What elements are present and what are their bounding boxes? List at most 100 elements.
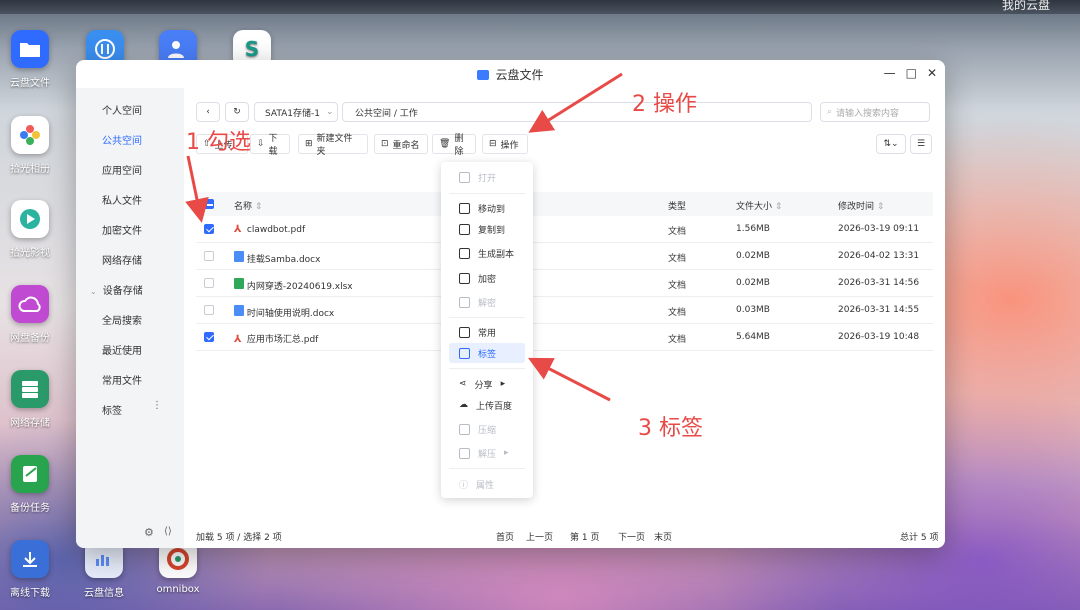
desktop-icon-backup-task[interactable]: 备份任务 <box>0 455 60 514</box>
column-type[interactable]: 类型 <box>668 199 686 212</box>
sidebar-item-device[interactable]: ⌄ 设备存储 <box>90 282 143 297</box>
file-name: 内网穿透-20240619.xlsx <box>246 282 353 292</box>
menu-divider <box>449 193 525 194</box>
menu-item-label: 常用 <box>478 328 497 339</box>
sort-arrows-icon: ⇕ <box>876 202 885 212</box>
sidebar-item-network[interactable]: 网络存储 <box>102 252 142 267</box>
sidebar-item-app[interactable]: 应用空间 <box>102 162 142 177</box>
sidebar-item-frequent[interactable]: 常用文件 <box>102 372 142 387</box>
docx-icon <box>234 305 244 316</box>
path-breadcrumb[interactable]: 公共空间 / 工作 <box>342 102 812 122</box>
delete-button[interactable]: 🗑 删除 <box>432 134 476 157</box>
xlsx-icon <box>234 278 244 289</box>
row-checkbox[interactable] <box>204 332 214 342</box>
close-button[interactable]: ✕ <box>927 66 937 80</box>
sidebar-item-global-search[interactable]: 全局搜索 <box>102 312 142 327</box>
menu-item-move[interactable]: 移动到 <box>449 198 525 218</box>
sidebar-item-personal[interactable]: 个人空间 <box>102 102 142 117</box>
sidebar-item-public[interactable]: 公共空间 <box>102 132 142 147</box>
menu-item-copy[interactable]: 复制到 <box>449 219 525 239</box>
main-panel: ‹ ↻ SATA1存储-1 ⌄ 公共空间 / 工作 ⌕ 请输入搜索内容 ⇧ 上传 … <box>184 88 945 548</box>
menu-item-tag[interactable]: 标签 <box>449 343 525 363</box>
desktop-icon-omnibox[interactable]: omnibox <box>148 540 208 595</box>
desktop-icon-offline-download[interactable]: 离线下载 <box>0 540 60 599</box>
sidebar-item-private[interactable]: 私人文件 <box>102 192 142 207</box>
row-checkbox[interactable] <box>204 278 214 288</box>
rename-button[interactable]: ⊡ 重命名 <box>374 134 428 154</box>
tag-icon <box>459 347 470 359</box>
maximize-button[interactable]: □ <box>906 66 917 80</box>
row-checkbox[interactable] <box>204 224 214 234</box>
first-page-link[interactable]: 首页 <box>496 530 514 543</box>
column-modified[interactable]: 修改时间 ⇕ <box>838 199 884 212</box>
extract-icon <box>459 447 470 459</box>
refresh-button[interactable]: ↻ <box>225 102 249 122</box>
desktop-icon-label: 网盘备份 <box>10 333 50 344</box>
prev-page-link[interactable]: 上一页 <box>526 530 553 543</box>
menu-item-decrypt[interactable]: 解密 <box>449 292 525 312</box>
desktop-icon-network-storage[interactable]: 网络存储 <box>0 370 60 429</box>
file-type: 文档 <box>668 254 687 264</box>
file-name: 应用市场汇总.pdf <box>246 335 319 345</box>
status-footer: 加载 5 项 / 选择 2 项 首页 上一页 第 1 页 下一页 末页 总计 5… <box>184 524 945 548</box>
last-page-link[interactable]: 末页 <box>654 530 672 543</box>
download-button[interactable]: ⇩ 下载 <box>250 134 290 157</box>
desktop-icon-video[interactable]: 拾光影视 <box>0 200 60 259</box>
file-name-cell: ⅄ 应用市场汇总.pdf <box>234 332 318 345</box>
menu-item-favorite[interactable]: 常用 <box>449 322 525 342</box>
selection-status: 加载 5 项 / 选择 2 项 <box>196 533 282 543</box>
column-size[interactable]: 文件大小 ⇕ <box>736 199 782 212</box>
storage-select[interactable]: SATA1存储-1 ⌄ <box>254 102 338 122</box>
desktop-icon-cloud-files[interactable]: 云盘文件 <box>0 30 60 89</box>
sidebar-item-encrypted[interactable]: 加密文件 <box>102 222 142 237</box>
row-checkbox[interactable] <box>204 251 214 261</box>
gear-icon[interactable]: ⚙ <box>144 526 154 539</box>
table-row[interactable]: 内网穿透-20240619.xlsx 文档 0.02MB 2026-03-31 … <box>196 270 933 297</box>
file-type: 文档 <box>668 227 687 237</box>
file-icon <box>459 171 470 183</box>
sidebar-item-recent[interactable]: 最近使用 <box>102 342 142 357</box>
operate-button[interactable]: ⊟ 操作 <box>482 134 528 154</box>
menu-item-upload-baidu[interactable]: ☁ 上传百度 <box>449 395 525 415</box>
menu-item-duplicate[interactable]: 生成副本 <box>449 243 525 263</box>
menu-item-properties[interactable]: ⓘ 属性 <box>449 474 525 494</box>
table-header: 名称 ⇕ 类型 文件大小 ⇕ 修改时间 ⇕ <box>196 192 933 216</box>
more-vertical-icon[interactable]: ⋮ <box>152 400 162 411</box>
row-checkbox[interactable] <box>204 305 214 315</box>
archive-icon <box>459 423 470 435</box>
file-name: clawdbot.pdf <box>246 225 306 235</box>
column-name[interactable]: 名称 ⇕ <box>234 199 262 212</box>
file-name-cell: ⅄ clawdbot.pdf <box>234 224 305 235</box>
desktop-icon-photos[interactable]: 拾光相册 <box>0 116 60 175</box>
window-title: 云盘文件 <box>76 66 945 83</box>
new-folder-button[interactable]: ⊞ 新建文件夹 <box>298 134 368 157</box>
desktop-icon-cloud-info[interactable]: 云盘信息 <box>74 540 134 599</box>
menu-item-compress[interactable]: 压缩 <box>449 419 525 439</box>
menu-item-extract[interactable]: 解压 ▸ <box>449 443 525 463</box>
back-button[interactable]: ‹ <box>196 102 220 122</box>
view-toggle-button[interactable]: ☰ <box>910 134 932 154</box>
file-type: 文档 <box>668 281 687 291</box>
desktop-icon-backup[interactable]: 网盘备份 <box>0 285 60 344</box>
table-row[interactable]: ⅄ clawdbot.pdf 文档 1.56MB 2026-03-19 09:1… <box>196 216 933 243</box>
rename-icon: ⊡ <box>381 139 389 149</box>
operate-label: 操作 <box>500 140 519 151</box>
menu-item-encrypt[interactable]: 加密 <box>449 268 525 288</box>
page-indicator: 第 1 页 <box>570 533 600 543</box>
new-folder-label: 新建文件夹 <box>316 134 353 157</box>
menu-item-share[interactable]: ⋖ 分享 ▸ <box>449 374 525 394</box>
sort-button[interactable]: ⇅⌄ <box>876 134 906 154</box>
table-row[interactable]: 挂载Samba.docx 文档 0.02MB 2026-04-02 13:31 <box>196 243 933 270</box>
table-row[interactable]: 时间轴使用说明.docx 文档 0.03MB 2026-03-31 14:55 <box>196 297 933 324</box>
table-row[interactable]: ⅄ 应用市场汇总.pdf 文档 5.64MB 2026-03-19 10:48 <box>196 324 933 351</box>
search-input[interactable]: ⌕ 请输入搜索内容 <box>820 102 930 122</box>
select-all-checkbox[interactable] <box>204 199 214 209</box>
menu-item-open[interactable]: 打开 <box>449 167 525 187</box>
folder-icon <box>11 30 49 68</box>
sidebar-item-tags[interactable]: 标签 <box>102 402 122 417</box>
collapse-icon[interactable]: ⟨⟩ <box>164 526 172 537</box>
next-page-link[interactable]: 下一页 <box>618 530 645 543</box>
minimize-button[interactable]: — <box>884 66 896 80</box>
copy-icon <box>459 223 470 235</box>
sort-icon: ⇅⌄ <box>883 139 899 149</box>
